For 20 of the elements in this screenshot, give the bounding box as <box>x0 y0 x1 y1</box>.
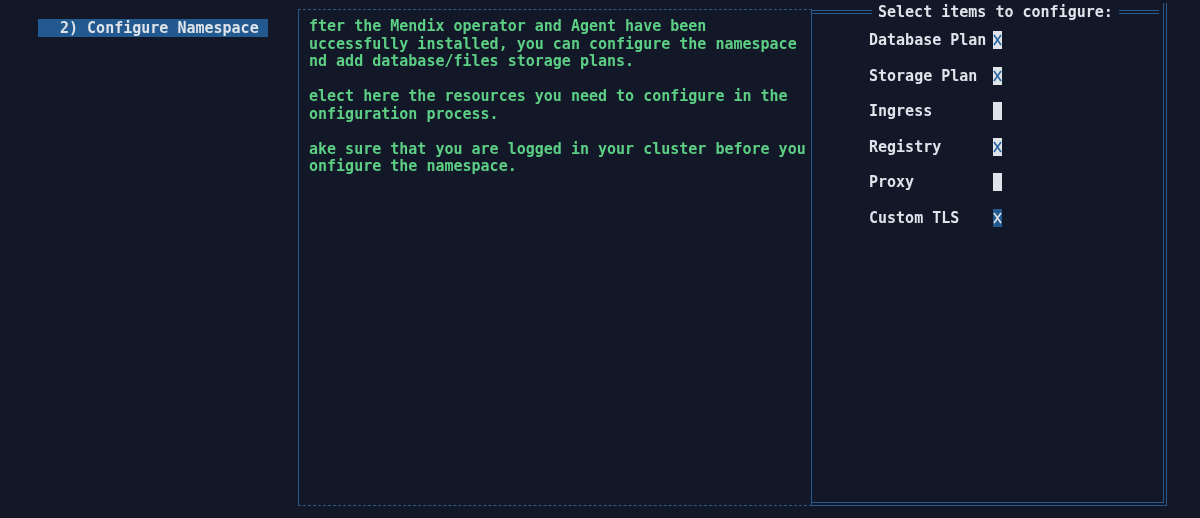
description-text: elect here the resources you need to configure in the onfiguration process. <box>309 88 789 123</box>
option-label: Storage Plan <box>869 66 979 85</box>
description-text: fter the Mendix operator and Agent have been uccessfully installed, you can configure the namespace nd add database/files storage plans. <box>309 18 798 71</box>
checkbox[interactable] <box>993 137 1002 156</box>
checkbox[interactable] <box>993 66 1002 85</box>
check-mark-icon <box>993 69 1002 82</box>
check-mark-icon <box>993 34 1002 46</box>
checkbox[interactable] <box>993 102 1002 120</box>
checkbox[interactable] <box>993 173 1002 191</box>
option-label: Proxy <box>869 173 916 191</box>
option-label: Custom TLS <box>869 208 961 227</box>
check-mark-icon <box>993 140 1002 153</box>
check-mark-icon <box>993 211 1002 224</box>
menu-item[interactable]: 2) Configure Namespace <box>38 19 268 37</box>
checkbox[interactable] <box>993 208 1002 227</box>
checkbox[interactable] <box>993 31 1002 49</box>
option-label: Registry <box>869 137 943 156</box>
panel-title: Select items to configure: <box>878 3 1113 21</box>
option-label: Database Plan <box>869 31 988 49</box>
option-label: Ingress <box>869 102 934 120</box>
